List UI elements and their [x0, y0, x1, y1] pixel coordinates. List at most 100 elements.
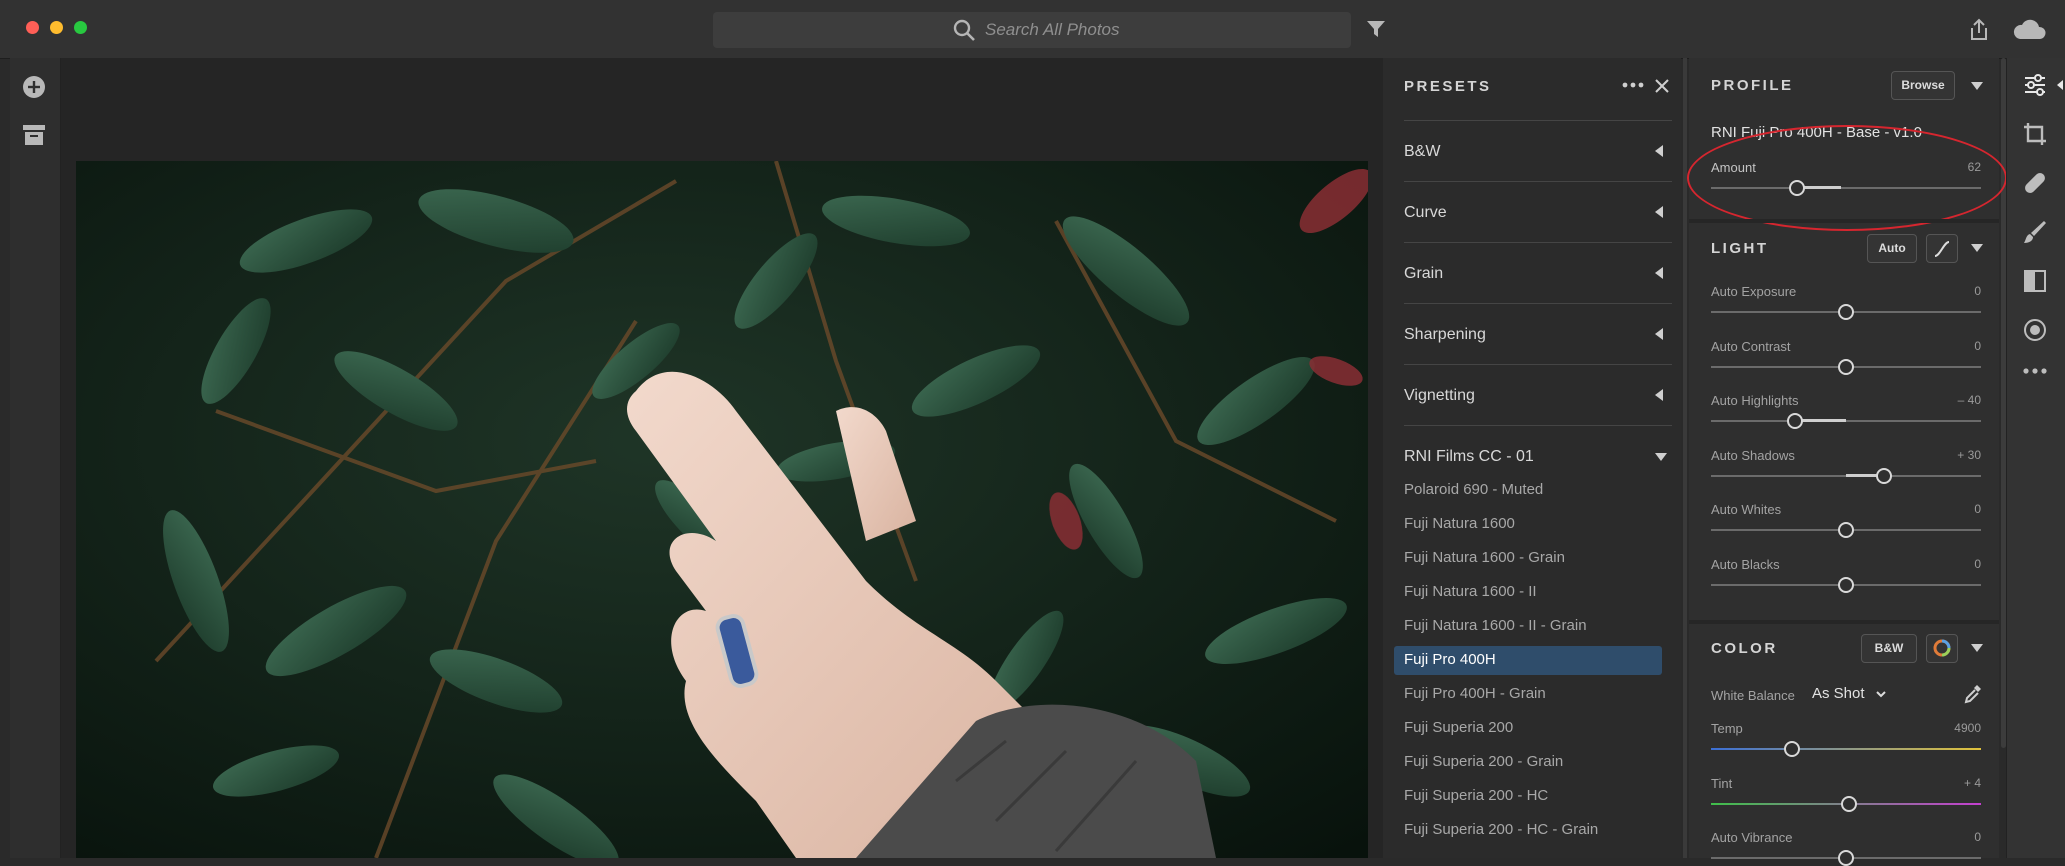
divider — [1404, 181, 1672, 182]
preset-item[interactable]: Fuji Superia 200 - HC — [1404, 787, 1548, 804]
search-placeholder: Search All Photos — [985, 20, 1120, 39]
color-title: COLOR — [1711, 640, 1778, 657]
healing-brush-icon[interactable] — [2022, 170, 2048, 196]
slider-label: Auto Blacks — [1711, 557, 1780, 572]
preset-category-curve[interactable]: Curve — [1404, 204, 1447, 222]
more-tools-icon[interactable] — [2022, 366, 2048, 376]
left-sidebar — [10, 58, 61, 858]
auto-light-button[interactable]: Auto — [1867, 234, 1917, 263]
search-icon — [953, 19, 975, 41]
slider-label: Temp — [1711, 721, 1743, 736]
linear-gradient-icon[interactable] — [2022, 268, 2048, 294]
slider-label: Auto Exposure — [1711, 284, 1797, 299]
slider-thumb[interactable] — [1840, 795, 1857, 812]
slider-value: 0 — [1974, 502, 1981, 517]
expand-arrow-icon[interactable] — [1655, 453, 1667, 461]
divider — [1404, 120, 1672, 121]
divider — [1404, 242, 1672, 243]
more-options-icon[interactable] — [1622, 81, 1644, 89]
slider-label: Tint — [1711, 775, 1733, 791]
chevron-down-icon[interactable] — [1971, 82, 1983, 90]
edit-sliders-icon[interactable] — [2022, 72, 2048, 98]
collapse-arrow-icon[interactable] — [1655, 206, 1663, 218]
section-divider — [1689, 219, 1999, 223]
preset-item[interactable]: Fuji Natura 1600 — [1404, 515, 1515, 532]
slider-label: Auto Contrast — [1711, 338, 1791, 354]
preset-item[interactable]: Fuji Superia 200 - Grain — [1404, 753, 1563, 770]
slider-thumb[interactable] — [1838, 304, 1854, 320]
close-window-button[interactable] — [26, 21, 39, 34]
chevron-down-icon[interactable] — [1971, 244, 1983, 252]
cloud-icon[interactable] — [2011, 17, 2047, 41]
minimize-window-button[interactable] — [50, 21, 63, 34]
slider-value: – 40 — [1957, 393, 1981, 408]
slider-track[interactable] — [1711, 748, 1981, 750]
profile-title: PROFILE — [1711, 77, 1794, 94]
preset-item[interactable]: Fuji Natura 1600 - II - Grain — [1404, 617, 1587, 634]
slider-track[interactable] — [1711, 420, 1981, 423]
photo-image — [76, 161, 1368, 858]
light-title: LIGHT — [1711, 240, 1769, 257]
preset-item[interactable]: Fuji Natura 1600 - Grain — [1404, 549, 1565, 566]
presets-title: PRESETS — [1404, 78, 1492, 95]
zoom-window-button[interactable] — [74, 21, 87, 34]
preset-item[interactable]: Fuji Natura 1600 - II — [1404, 583, 1537, 600]
slider-label: Auto Highlights — [1711, 393, 1799, 409]
divider — [1404, 303, 1672, 304]
add-photos-icon[interactable] — [21, 74, 47, 100]
slider-value: 0 — [1974, 284, 1981, 298]
color-wheel-icon — [1933, 639, 1951, 657]
chevron-down-icon[interactable] — [1875, 689, 1887, 699]
photo-preview[interactable] — [76, 161, 1368, 858]
brush-icon[interactable] — [2022, 219, 2048, 245]
collapse-arrow-icon[interactable] — [1655, 389, 1663, 401]
slider-value: 0 — [1974, 830, 1981, 845]
slider-label: Auto Whites — [1711, 502, 1782, 518]
slider-thumb[interactable] — [1838, 850, 1854, 866]
section-divider — [1689, 620, 1999, 624]
slider-value: + 4 — [1963, 775, 1981, 790]
white-balance-label: White Balance — [1711, 688, 1795, 703]
collapse-arrow-icon[interactable] — [1655, 267, 1663, 279]
preset-category-sharpening[interactable]: Sharpening — [1404, 326, 1486, 344]
preset-category-grain[interactable]: Grain — [1404, 265, 1443, 283]
highlight-annotation — [1687, 125, 2007, 231]
slider-thumb[interactable] — [1875, 467, 1892, 484]
slider-thumb[interactable] — [1786, 413, 1803, 430]
slider-value: 0 — [1974, 557, 1981, 571]
preset-item-selected[interactable]: Fuji Pro 400H — [1404, 651, 1496, 668]
collapse-arrow-icon[interactable] — [1655, 328, 1663, 340]
active-tool-indicator — [2057, 80, 2063, 90]
browse-profiles-button[interactable]: Browse — [1891, 71, 1955, 100]
preset-item[interactable]: Fuji Pro 400H - Grain — [1404, 685, 1546, 702]
crop-icon[interactable] — [2022, 121, 2048, 147]
slider-value: 0 — [1974, 338, 1981, 353]
tone-curve-button[interactable] — [1926, 234, 1958, 263]
slider-thumb[interactable] — [1838, 577, 1854, 593]
slider-value: 4900 — [1954, 721, 1981, 735]
slider-label: Auto Vibrance — [1711, 830, 1793, 846]
library-icon[interactable] — [22, 124, 46, 146]
slider-label: Auto Shadows — [1711, 447, 1795, 463]
divider — [1404, 364, 1672, 365]
collapse-arrow-icon[interactable] — [1655, 145, 1663, 157]
share-icon[interactable] — [1968, 18, 1990, 42]
preset-category-vignetting[interactable]: Vignetting — [1404, 387, 1475, 405]
bw-button[interactable]: B&W — [1861, 634, 1917, 663]
filter-icon[interactable] — [1366, 20, 1386, 38]
preset-item[interactable]: Polaroid 690 - Muted — [1404, 481, 1543, 498]
divider — [1404, 425, 1672, 426]
radial-gradient-icon[interactable] — [2022, 317, 2048, 343]
chevron-down-icon[interactable] — [1971, 644, 1983, 652]
preset-item[interactable]: Fuji Superia 200 — [1404, 719, 1513, 736]
preset-item[interactable]: Fuji Superia 200 - HC - Grain — [1404, 821, 1598, 838]
slider-thumb[interactable] — [1784, 741, 1800, 757]
preset-category-bw[interactable]: B&W — [1404, 143, 1440, 161]
close-panel-icon[interactable] — [1655, 79, 1669, 93]
eyedropper-icon[interactable] — [1963, 683, 1983, 705]
slider-thumb[interactable] — [1838, 358, 1854, 375]
preset-group-rni-films[interactable]: RNI Films CC - 01 — [1404, 448, 1534, 466]
white-balance-dropdown[interactable]: As Shot — [1812, 685, 1865, 702]
slider-value: + 30 — [1957, 447, 1981, 462]
color-mixer-button[interactable] — [1926, 634, 1958, 663]
